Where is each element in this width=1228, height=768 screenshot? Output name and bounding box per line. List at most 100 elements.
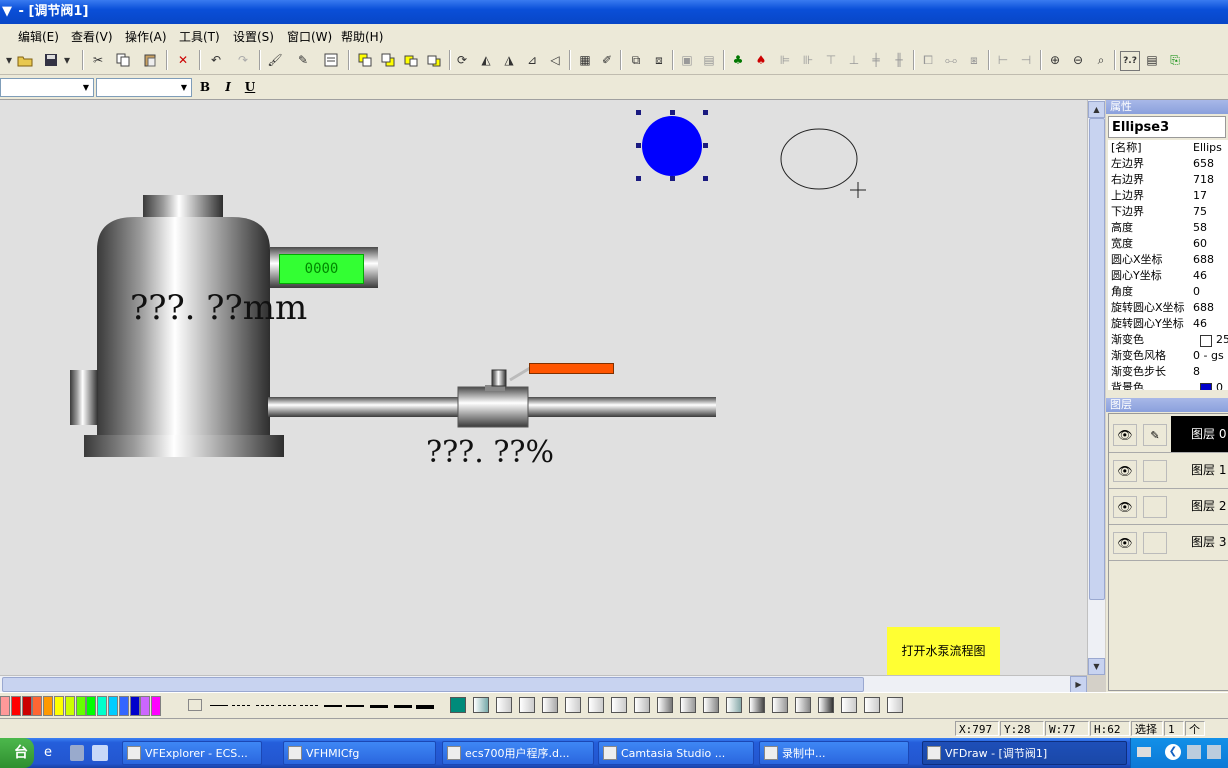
rotate-icon[interactable]: ⟳ bbox=[453, 51, 471, 69]
layer-name[interactable]: 图层 1 bbox=[1171, 452, 1228, 488]
checker-icon[interactable]: ▦ bbox=[576, 51, 594, 69]
color-swatch[interactable] bbox=[0, 696, 10, 716]
eye-icon[interactable]: 👁 bbox=[1113, 460, 1137, 482]
property-row[interactable]: 圆心X坐标 688 bbox=[1108, 252, 1228, 268]
taskbar-button[interactable]: VFDraw - [调节阀1] bbox=[922, 741, 1127, 765]
color-swatch[interactable] bbox=[21, 696, 32, 716]
property-value[interactable]: 58 bbox=[1193, 220, 1207, 236]
layer-row[interactable]: 👁 ✎ 图层 0 bbox=[1109, 416, 1228, 453]
open-pump-flow-button[interactable]: 打开水泵流程图 bbox=[887, 627, 1000, 675]
menu-help[interactable]: 帮助(H) bbox=[341, 28, 383, 45]
property-value[interactable]: 46 bbox=[1193, 316, 1207, 332]
layer-row[interactable]: 👁 图层 2 bbox=[1109, 488, 1228, 525]
selected-ellipse[interactable] bbox=[636, 110, 708, 181]
property-row[interactable]: 上边界 17 bbox=[1108, 188, 1228, 204]
edit-toggle[interactable] bbox=[1143, 460, 1167, 482]
menu-settings[interactable]: 设置(S) bbox=[233, 28, 274, 45]
fill-pattern-option[interactable] bbox=[887, 697, 903, 713]
quicklaunch-icon[interactable] bbox=[92, 745, 108, 761]
zoom-fit-icon[interactable]: ⌕ bbox=[1092, 51, 1110, 69]
align-left-icon[interactable]: ⊫ bbox=[776, 51, 794, 69]
redo-icon[interactable]: ↷ bbox=[234, 51, 252, 69]
italic-button[interactable]: I bbox=[218, 78, 238, 96]
layer-row[interactable]: 👁 图层 3 bbox=[1109, 524, 1228, 561]
align-center-h-icon[interactable]: ╪ bbox=[867, 51, 885, 69]
property-row[interactable]: 背景色 0 bbox=[1108, 380, 1228, 390]
fill-pattern-option[interactable] bbox=[795, 697, 811, 713]
line-style-option[interactable] bbox=[300, 705, 318, 706]
property-row[interactable]: 高度 58 bbox=[1108, 220, 1228, 236]
line-style-option[interactable] bbox=[232, 705, 250, 706]
menu-operate[interactable]: 操作(A) bbox=[125, 28, 167, 45]
align-bottom-icon[interactable]: ⊥ bbox=[845, 51, 863, 69]
property-value[interactable]: 0 bbox=[1216, 380, 1223, 390]
line-style-option[interactable] bbox=[416, 705, 434, 709]
color-swatch[interactable] bbox=[54, 696, 64, 716]
property-value[interactable]: 60 bbox=[1193, 236, 1207, 252]
fill-pattern-option[interactable] bbox=[703, 697, 719, 713]
line-style-option[interactable] bbox=[278, 705, 296, 706]
mirror-horizontal-icon[interactable]: ⊿ bbox=[523, 51, 541, 69]
digital-display[interactable]: 0000 bbox=[279, 254, 364, 284]
layer-row[interactable]: 👁 图层 1 bbox=[1109, 452, 1228, 489]
flip-left-icon[interactable]: ◭ bbox=[477, 51, 495, 69]
property-value[interactable]: 17 bbox=[1193, 188, 1207, 204]
property-value[interactable]: 46 bbox=[1193, 268, 1207, 284]
group-icon[interactable]: ⧉ bbox=[627, 51, 645, 69]
property-value[interactable]: 718 bbox=[1193, 172, 1214, 188]
ungroup-icon[interactable]: ⧈ bbox=[650, 51, 668, 69]
valve[interactable] bbox=[457, 366, 531, 428]
fill-pattern-option[interactable] bbox=[542, 697, 558, 713]
fill-pattern-option[interactable] bbox=[519, 697, 535, 713]
keyboard-icon[interactable] bbox=[1137, 747, 1151, 757]
taskbar-button[interactable]: VFExplorer - ECS... bbox=[122, 741, 262, 765]
properties-icon[interactable] bbox=[322, 51, 340, 69]
layer-name[interactable]: 图层 0 bbox=[1171, 416, 1228, 452]
fill-pattern-option[interactable] bbox=[657, 697, 673, 713]
property-value[interactable]: Ellips bbox=[1193, 140, 1222, 156]
property-row[interactable]: 宽度 60 bbox=[1108, 236, 1228, 252]
fill-pattern-option[interactable] bbox=[864, 697, 880, 713]
space-horizontal-icon[interactable]: ⊢ bbox=[994, 51, 1012, 69]
horizontal-scrollbar[interactable]: ▶ bbox=[0, 675, 1087, 693]
script-editor-icon[interactable]: ▤ bbox=[1143, 51, 1161, 69]
save-icon[interactable] bbox=[42, 51, 60, 69]
open-folder-icon[interactable] bbox=[16, 51, 34, 69]
property-row[interactable]: [名称] Ellips bbox=[1108, 140, 1228, 156]
pen-icon[interactable]: ✎ bbox=[1143, 424, 1167, 446]
color-swatch[interactable] bbox=[129, 696, 140, 716]
back-arrow-icon[interactable]: ❮ bbox=[1165, 744, 1181, 760]
bold-button[interactable]: B bbox=[195, 78, 215, 96]
group-edit-icon[interactable]: ✐ bbox=[598, 51, 616, 69]
same-width-icon[interactable]: ⧠ bbox=[919, 51, 937, 69]
color-swatch[interactable] bbox=[10, 696, 21, 716]
font-size-combo[interactable]: ▼ bbox=[96, 78, 192, 97]
object-name-field[interactable]: Ellipse3 bbox=[1108, 116, 1226, 138]
color-swatch[interactable] bbox=[75, 696, 86, 716]
property-value[interactable]: 25 bbox=[1216, 332, 1228, 348]
property-value[interactable]: 658 bbox=[1193, 156, 1214, 172]
color-swatch[interactable] bbox=[43, 696, 54, 716]
format-painter-icon[interactable]: ✎ bbox=[294, 51, 312, 69]
property-value[interactable]: 75 bbox=[1193, 204, 1207, 220]
property-row[interactable]: 角度 0 bbox=[1108, 284, 1228, 300]
same-size-icon[interactable]: ⧆ bbox=[965, 51, 983, 69]
delete-icon[interactable]: ✕ bbox=[174, 51, 192, 69]
fill-pattern-option[interactable] bbox=[841, 697, 857, 713]
taskbar-button[interactable]: VFHMICfg bbox=[283, 741, 436, 765]
copy-icon[interactable] bbox=[114, 51, 132, 69]
property-value[interactable]: 688 bbox=[1193, 252, 1214, 268]
property-value[interactable]: 688 bbox=[1193, 300, 1214, 316]
taskbar-button[interactable]: ecs700用户程序.d... bbox=[442, 741, 594, 765]
taskbar-button[interactable]: Camtasia Studio ... bbox=[598, 741, 754, 765]
cut-icon[interactable]: ✂ bbox=[89, 51, 107, 69]
same-height-icon[interactable]: ⧟ bbox=[942, 51, 960, 69]
zoom-out-icon[interactable]: ⊖ bbox=[1069, 51, 1087, 69]
property-row[interactable]: 左边界 658 bbox=[1108, 156, 1228, 172]
line-style-option[interactable] bbox=[256, 705, 274, 706]
bring-front-icon[interactable] bbox=[356, 51, 374, 69]
scroll-right-icon[interactable]: ▶ bbox=[1070, 676, 1087, 693]
script-green-icon[interactable]: ♣ bbox=[729, 51, 747, 69]
scroll-up-icon[interactable]: ▲ bbox=[1088, 101, 1105, 118]
color-swatch[interactable] bbox=[97, 696, 108, 716]
